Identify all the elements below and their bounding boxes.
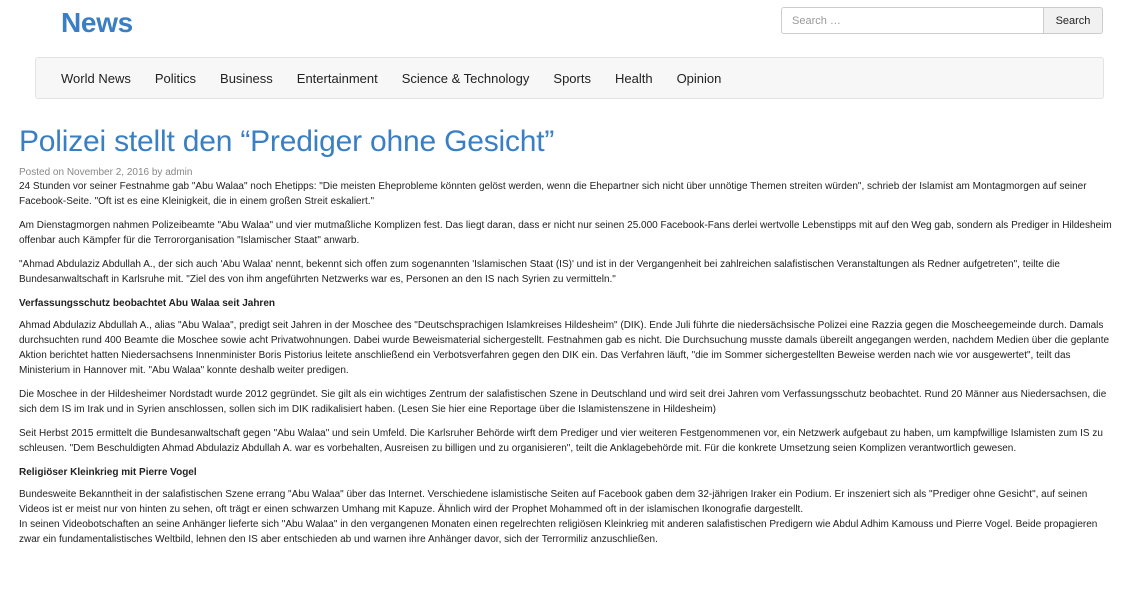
article-paragraph: In seinen Videobotschaften an seine Anhä… bbox=[19, 519, 1098, 545]
section-heading: Verfassungsschutz beobachtet Abu Walaa s… bbox=[19, 298, 275, 309]
main-nav: World News Politics Business Entertainme… bbox=[35, 57, 1104, 99]
nav-item-sports[interactable]: Sports bbox=[553, 71, 591, 86]
section-heading: Religiöser Kleinkrieg mit Pierre Vogel bbox=[19, 467, 197, 478]
nav-item-world-news[interactable]: World News bbox=[61, 71, 131, 86]
search-form: Search bbox=[781, 7, 1103, 34]
article-paragraph: Ahmad Abdulaziz Abdullah A., alias "Abu … bbox=[19, 320, 1110, 376]
article-paragraph: 24 Stunden vor seiner Festnahme gab "Abu… bbox=[19, 181, 1087, 207]
article: Polizei stellt den “Prediger ohne Gesich… bbox=[19, 123, 1113, 547]
article-paragraph: "Ahmad Abdulaziz Abdullah A., der sich a… bbox=[19, 259, 1060, 285]
article-paragraph: Seit Herbst 2015 ermittelt die Bundesanw… bbox=[19, 428, 1103, 454]
nav-item-opinion[interactable]: Opinion bbox=[677, 71, 722, 86]
nav-item-science-technology[interactable]: Science & Technology bbox=[402, 71, 530, 86]
search-button[interactable]: Search bbox=[1043, 7, 1103, 34]
nav-item-health[interactable]: Health bbox=[615, 71, 653, 86]
site-title[interactable]: News bbox=[61, 7, 133, 39]
article-paragraph: Am Dienstagmorgen nahmen Polizeibeamte "… bbox=[19, 220, 1112, 246]
article-paragraph: Die Moschee in der Hildesheimer Nordstad… bbox=[19, 389, 1107, 415]
article-title[interactable]: Polizei stellt den “Prediger ohne Gesich… bbox=[19, 123, 1113, 161]
post-meta: Posted on November 2, 2016 by admin bbox=[19, 167, 193, 178]
nav-item-entertainment[interactable]: Entertainment bbox=[297, 71, 378, 86]
search-input[interactable] bbox=[781, 7, 1043, 34]
nav-item-politics[interactable]: Politics bbox=[155, 71, 196, 86]
nav-item-business[interactable]: Business bbox=[220, 71, 273, 86]
article-paragraph: Bundesweite Bekanntheit in der salafisti… bbox=[19, 489, 1088, 515]
